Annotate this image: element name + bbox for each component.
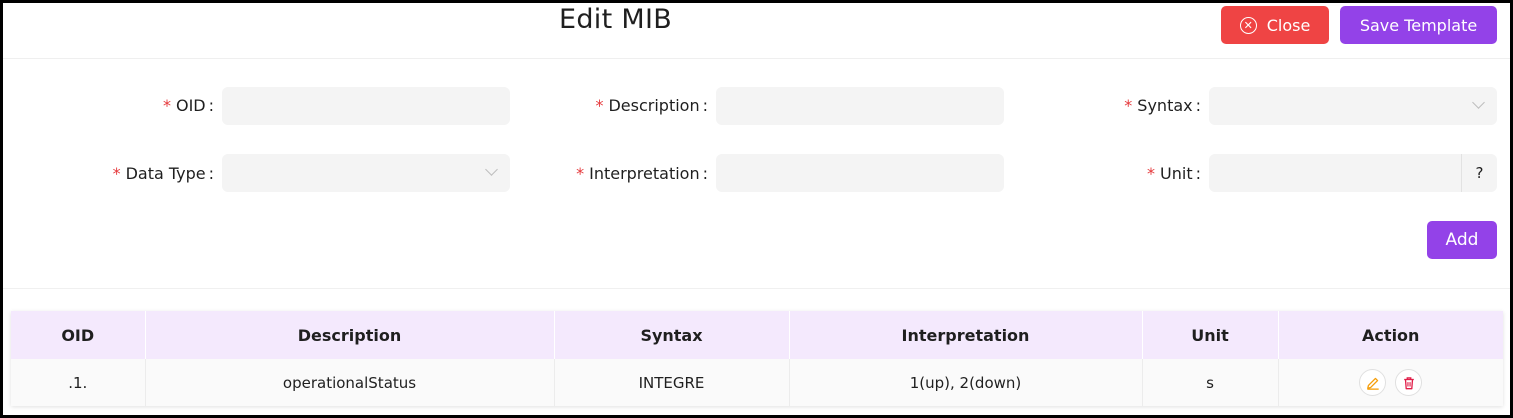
unit-help-addon[interactable]: ? xyxy=(1461,154,1497,192)
unit-input[interactable] xyxy=(1209,154,1461,192)
add-button-label: Add xyxy=(1445,230,1479,250)
cell-unit: s xyxy=(1142,359,1279,406)
oid-label: * OID: xyxy=(162,96,214,115)
edit-button[interactable] xyxy=(1359,369,1387,396)
column-header-syntax: Syntax xyxy=(554,311,790,359)
column-header-action: Action xyxy=(1278,311,1503,359)
close-icon: ✕ xyxy=(1239,16,1257,34)
description-input[interactable] xyxy=(716,87,1004,125)
required-mark: * xyxy=(576,164,585,183)
oid-input[interactable] xyxy=(222,87,510,125)
column-header-description: Description xyxy=(145,311,555,359)
add-button[interactable]: Add xyxy=(1427,221,1497,259)
required-mark: * xyxy=(1124,96,1133,115)
data-type-select[interactable] xyxy=(222,154,510,192)
save-template-button[interactable]: Save Template xyxy=(1340,6,1497,44)
chevron-down-icon xyxy=(1472,96,1485,109)
delete-icon xyxy=(1403,376,1414,389)
required-mark: * xyxy=(112,164,121,183)
required-mark: * xyxy=(162,96,171,115)
interpretation-label: * Interpretation: xyxy=(576,164,708,183)
save-template-label: Save Template xyxy=(1359,15,1478,35)
unit-label: * Unit: xyxy=(1147,164,1201,183)
close-button[interactable]: ✕ Close xyxy=(1221,6,1329,44)
required-mark: * xyxy=(1147,164,1156,183)
mib-table: OID Description Syntax Interpretation Un… xyxy=(11,311,1503,406)
delete-button[interactable] xyxy=(1395,369,1423,396)
required-mark: * xyxy=(595,96,604,115)
column-header-interpretation: Interpretation xyxy=(789,311,1143,359)
description-label: * Description: xyxy=(595,96,708,115)
cell-oid: .1. xyxy=(11,359,146,406)
edit-icon xyxy=(1366,377,1379,390)
page-title: Edit MIB xyxy=(559,4,673,35)
cell-description: operationalStatus xyxy=(145,359,555,406)
section-divider xyxy=(3,288,1510,289)
close-button-label: Close xyxy=(1266,15,1311,35)
table-header-row: OID Description Syntax Interpretation Un… xyxy=(11,311,1503,359)
data-type-label: * Data Type: xyxy=(112,164,214,183)
column-header-oid: OID xyxy=(11,311,146,359)
syntax-select[interactable] xyxy=(1209,87,1497,125)
cell-action xyxy=(1278,359,1503,406)
edit-mib-panel: Edit MIB ✕ Close Save Template * OID: * De… xyxy=(3,3,1510,415)
interpretation-input[interactable] xyxy=(716,154,1004,192)
syntax-label: * Syntax: xyxy=(1124,96,1201,115)
column-header-unit: Unit xyxy=(1142,311,1279,359)
cell-interpretation: 1(up), 2(down) xyxy=(789,359,1143,406)
cell-syntax: INTEGRE xyxy=(554,359,790,406)
table-row: .1. operationalStatus INTEGRE 1(up), 2(d… xyxy=(11,359,1503,406)
chevron-down-icon xyxy=(485,163,498,176)
panel-header: Edit MIB ✕ Close Save Template xyxy=(3,3,1510,59)
unit-input-group: ? xyxy=(1209,154,1497,192)
